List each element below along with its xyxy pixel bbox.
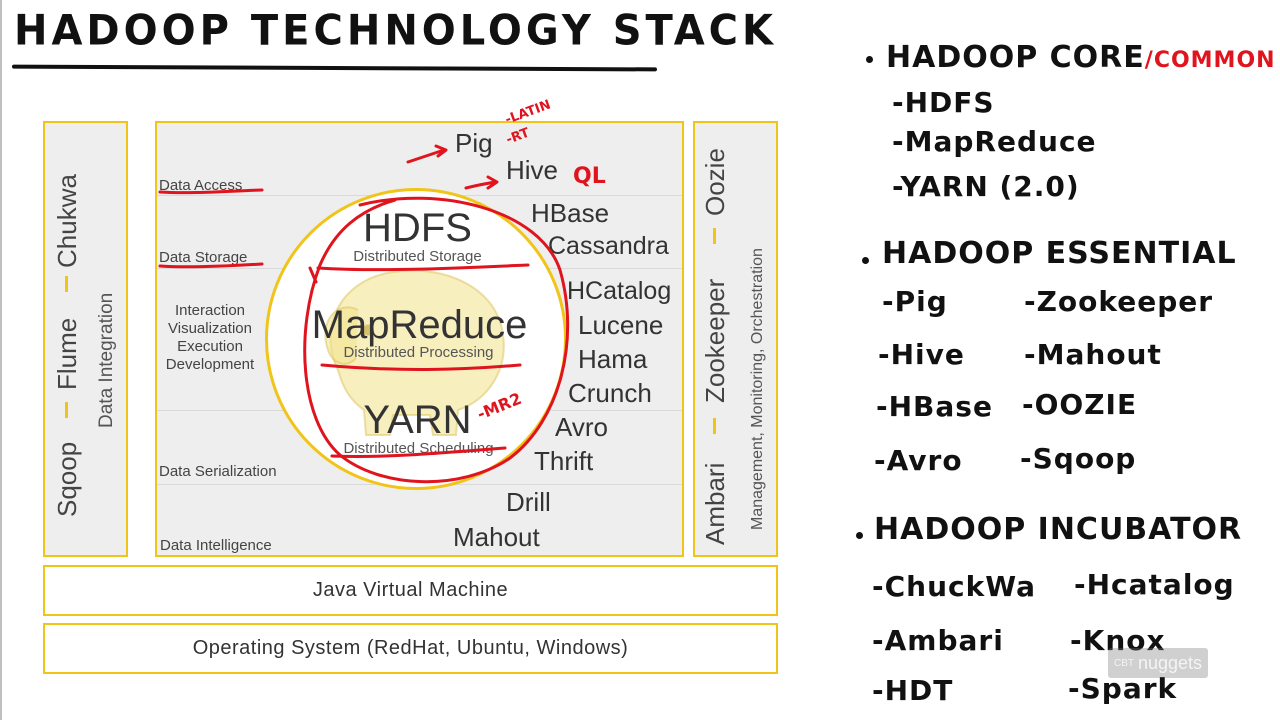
- tech-thrift: Thrift: [534, 446, 594, 476]
- category-interaction-line: Execution: [177, 338, 243, 355]
- category-interaction-line: Visualization: [168, 320, 252, 337]
- tech-hcatalog: HCatalog: [567, 277, 672, 305]
- separator: [713, 418, 716, 434]
- note-incubator-item: -ChuckWa: [872, 570, 1037, 603]
- management-label: Management, Monitoring, Orchestration: [749, 248, 766, 530]
- category-interaction: Interaction Visualization Execution Deve…: [156, 302, 264, 374]
- category-data-serialization: Data Serialization: [159, 463, 277, 480]
- bullet: [862, 257, 869, 264]
- core-yarn-desc: Distributed Scheduling: [343, 440, 494, 457]
- note-essential-heading: HADOOP ESSENTIAL: [882, 236, 1237, 271]
- jvm-layer: Java Virtual Machine: [43, 565, 778, 616]
- note-core-heading: HADOOP CORE/COMMON: [886, 40, 1276, 75]
- os-layer: Operating System (RedHat, Ubuntu, Window…: [43, 623, 778, 674]
- tool-zookeeper: Zookeeper: [700, 278, 730, 403]
- note-incubator-item: -Ambari: [872, 624, 1004, 657]
- tech-hbase: HBase: [531, 198, 610, 228]
- note-essential-item: -Mahout: [1024, 338, 1162, 371]
- tech-drill: Drill: [506, 487, 551, 517]
- note-incubator-item: -Hcatalog: [1074, 568, 1235, 601]
- note-incubator-item: -HDT: [872, 674, 954, 707]
- watermark-small: CBT: [1114, 657, 1134, 669]
- separator: [65, 402, 68, 418]
- tool-oozie: Oozie: [700, 148, 730, 216]
- tech-hive: Hive: [506, 155, 559, 185]
- core-hdfs-desc: Distributed Storage: [353, 248, 482, 265]
- tech-crunch: Crunch: [568, 378, 652, 408]
- data-integration-label: Data Integration: [96, 292, 117, 428]
- tool-ambari: Ambari: [700, 462, 730, 545]
- note-essential-item: -Zookeeper: [1024, 285, 1214, 318]
- core-yarn: YARN: [363, 398, 472, 442]
- tech-hama: Hama: [578, 344, 648, 374]
- bullet: [866, 56, 873, 63]
- note-core-heading-suffix: /COMMON: [1144, 48, 1276, 73]
- watermark-brand: nuggets: [1138, 652, 1203, 673]
- separator: [65, 276, 68, 292]
- cbt-nuggets-watermark: CBT nuggets: [1108, 648, 1209, 678]
- title-underline: [11, 64, 658, 72]
- category-data-access: Data Access: [159, 177, 243, 194]
- tool-flume: Flume: [52, 317, 82, 390]
- core-mapreduce-desc: Distributed Processing: [343, 344, 494, 361]
- tech-avro: Avro: [555, 412, 608, 442]
- tool-chukwa: Chukwa: [52, 174, 82, 268]
- note-core-item: -HDFS: [892, 86, 995, 119]
- category-interaction-line: Development: [165, 356, 255, 373]
- note-core-heading-text: HADOOP CORE: [886, 40, 1145, 75]
- bullet: [856, 532, 863, 539]
- tech-lucene: Lucene: [578, 310, 664, 340]
- page-title: HADOOP TECHNOLOGY STACK: [14, 6, 778, 56]
- page-edge: [0, 0, 2, 720]
- note-essential-item: -HBase: [876, 390, 993, 423]
- tech-pig: Pig: [455, 128, 493, 158]
- category-interaction-line: Interaction: [174, 302, 246, 319]
- note-core-item: -MapReduce: [892, 125, 1097, 158]
- tech-mahout: Mahout: [453, 522, 540, 552]
- note-core-item: -YARN (2.0): [892, 170, 1080, 203]
- separator: [713, 228, 716, 244]
- tech-cassandra: Cassandra: [548, 232, 669, 260]
- note-incubator-heading: HADOOP INCUBATOR: [874, 512, 1243, 547]
- tool-sqoop: Sqoop: [52, 441, 82, 517]
- category-data-storage: Data Storage: [159, 249, 248, 266]
- note-essential-item: -Pig: [882, 285, 948, 318]
- note-essential-item: -Avro: [874, 444, 963, 477]
- category-data-intelligence: Data Intelligence: [160, 537, 272, 554]
- core-mapreduce: MapReduce: [311, 303, 528, 347]
- note-essential-item: -OOZIE: [1022, 388, 1138, 421]
- note-essential-item: -Sqoop: [1020, 442, 1137, 475]
- core-hdfs: HDFS: [363, 206, 472, 250]
- note-essential-item: -Hive: [878, 338, 965, 371]
